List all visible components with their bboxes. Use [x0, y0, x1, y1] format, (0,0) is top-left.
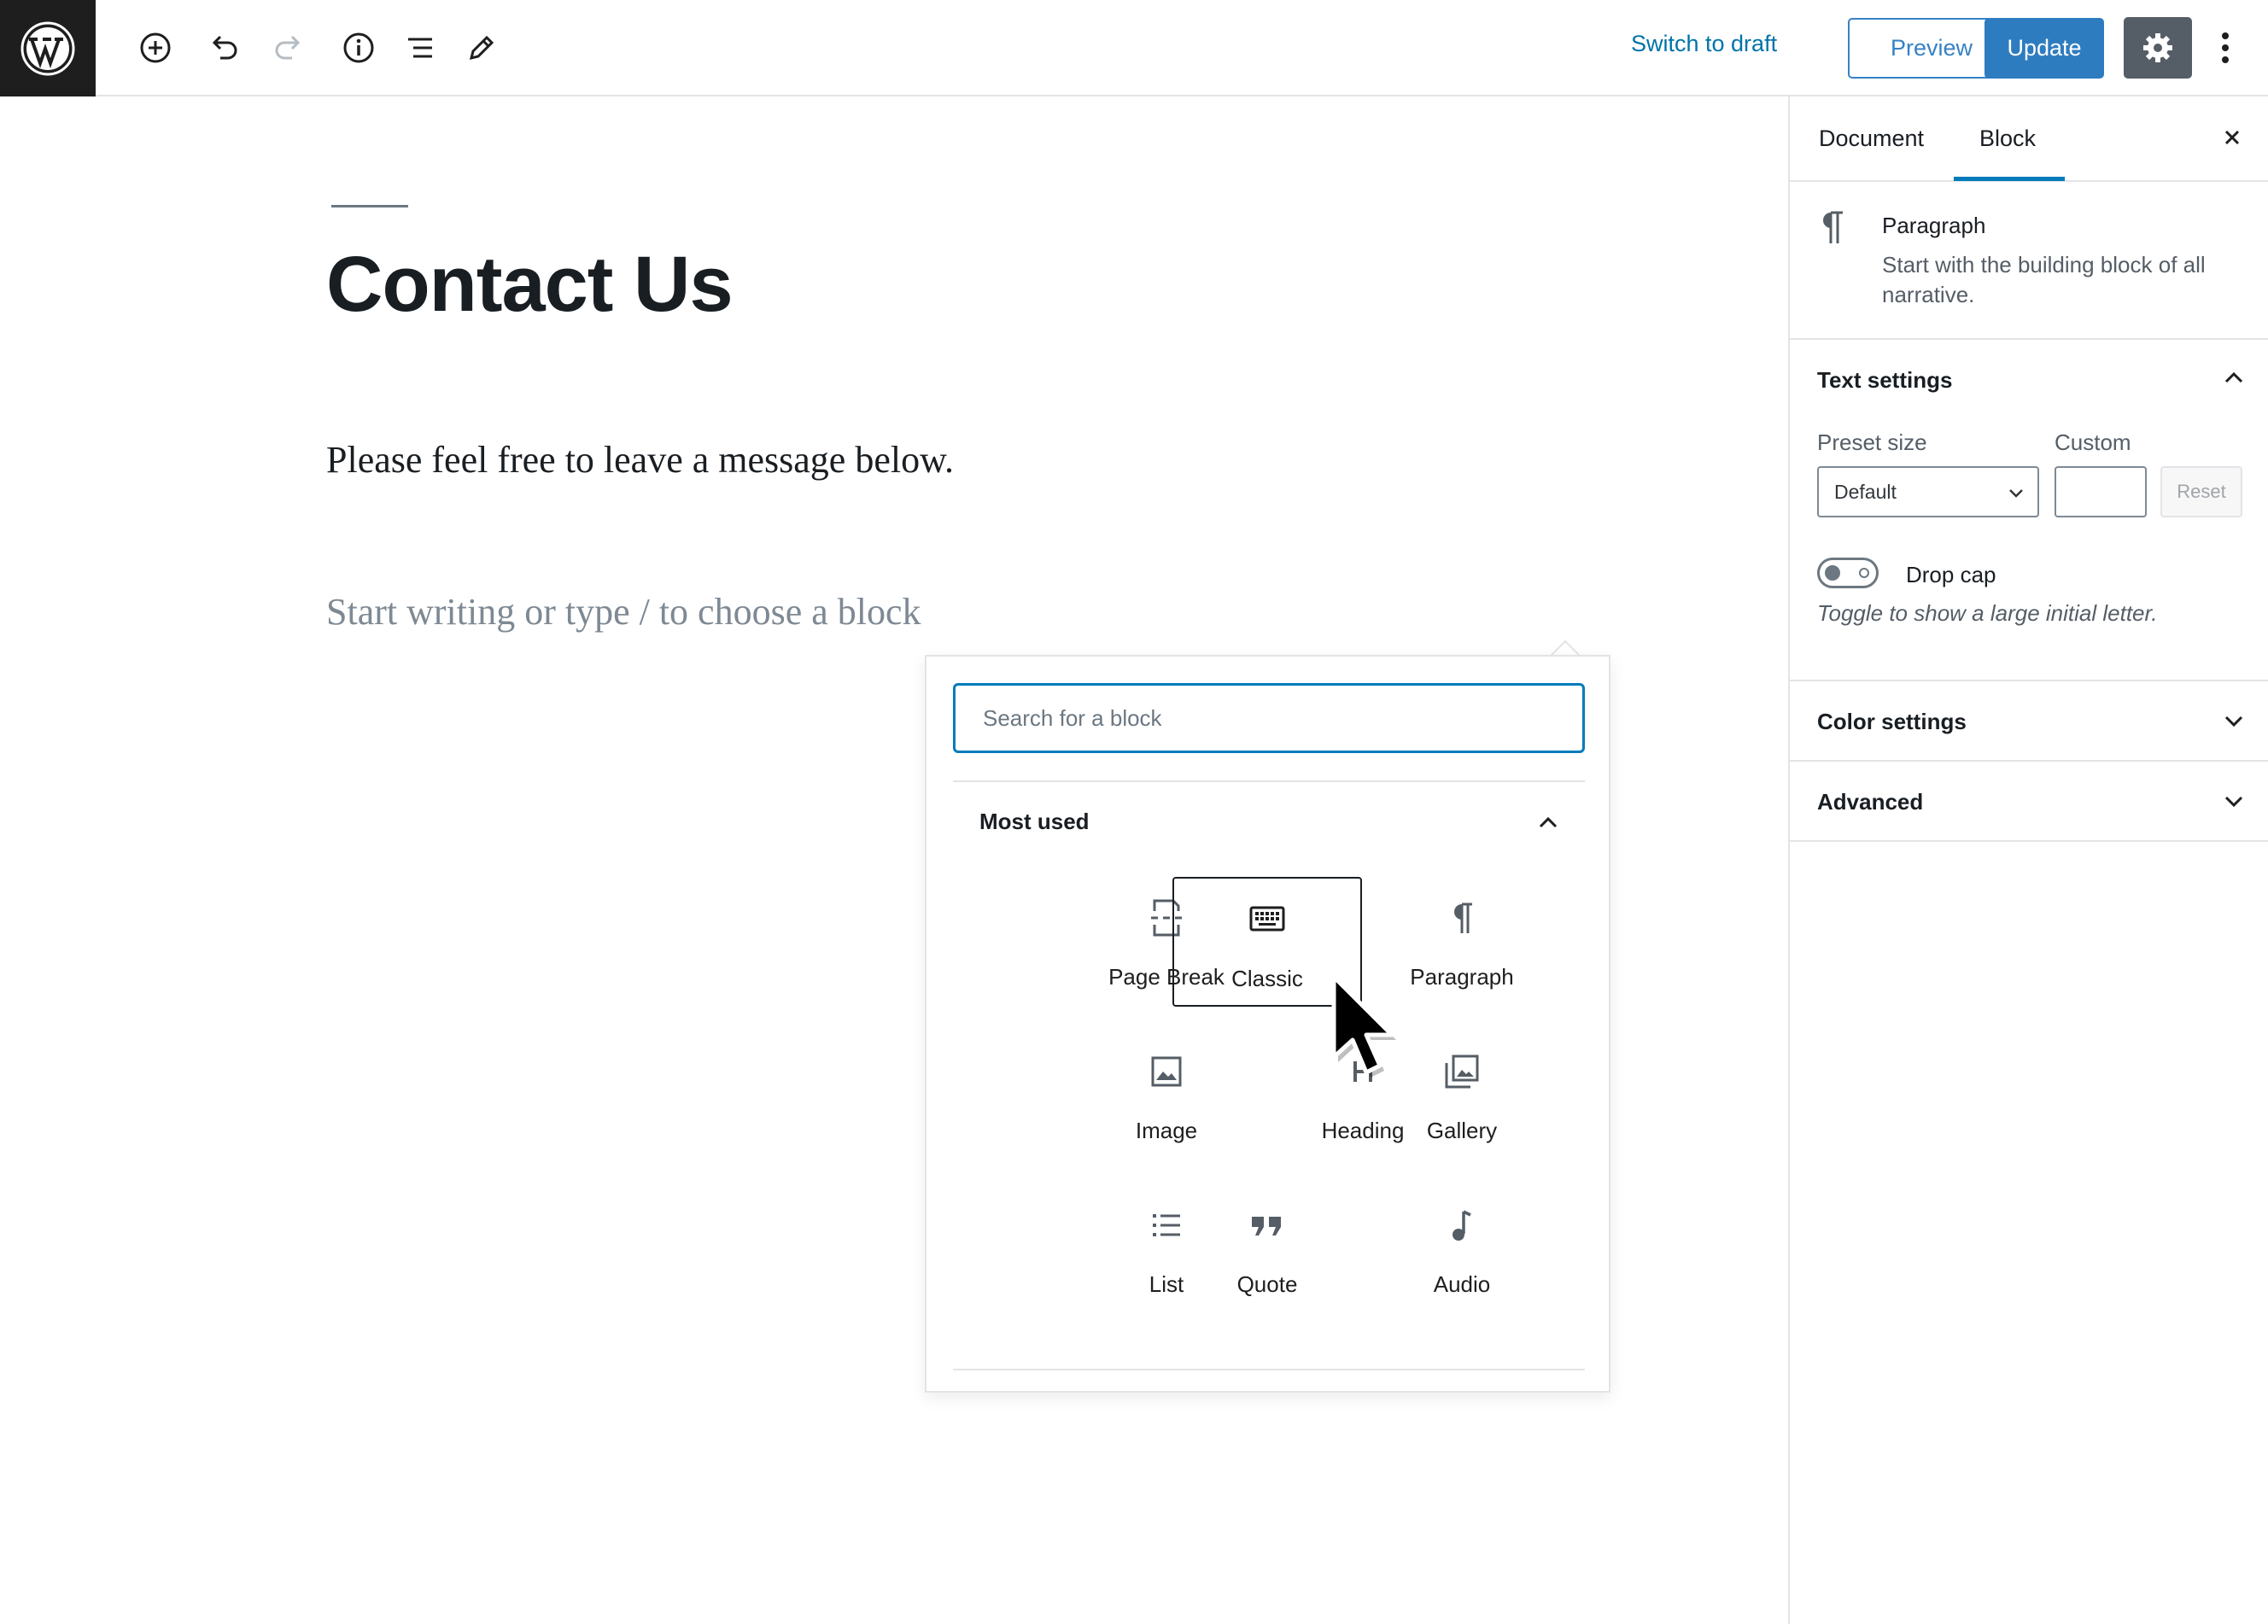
- audio-icon: [1367, 1205, 1557, 1246]
- block-inserter-popover: Most used Page Break Classic Paragraph I…: [925, 655, 1610, 1393]
- preset-size-select[interactable]: Default: [1817, 466, 2039, 517]
- wordpress-logo-icon[interactable]: [0, 0, 96, 96]
- chevron-down-icon[interactable]: [2218, 705, 2249, 736]
- preset-size-value: Default: [1834, 480, 1897, 503]
- add-block-icon[interactable]: [133, 26, 178, 70]
- block-item-quote[interactable]: Quote: [1172, 1184, 1362, 1314]
- image-icon: [1072, 1051, 1261, 1092]
- block-card: Paragraph Start with the building block …: [1790, 182, 2268, 340]
- settings-sidebar: Document Block Paragraph Start with the …: [1788, 96, 2268, 1624]
- chevron-up-icon[interactable]: [2218, 362, 2249, 393]
- switch-to-draft-button[interactable]: Switch to draft: [1631, 31, 1777, 57]
- block-label: Audio: [1433, 1271, 1491, 1297]
- redo-icon[interactable]: [266, 26, 311, 70]
- close-icon[interactable]: [2217, 122, 2248, 153]
- more-options-icon[interactable]: [2208, 24, 2242, 72]
- undo-icon[interactable]: [202, 26, 246, 70]
- title-separator: [331, 205, 408, 207]
- divider: [953, 780, 1585, 782]
- most-used-panel-title[interactable]: Most used: [979, 809, 1090, 835]
- editor-header: Switch to draft Preview Update: [0, 0, 2268, 96]
- outline-icon[interactable]: [398, 26, 442, 70]
- color-settings-title[interactable]: Color settings: [1817, 709, 1967, 735]
- update-button[interactable]: Update: [1984, 18, 2104, 79]
- advanced-panel[interactable]: Advanced: [1790, 762, 2268, 842]
- block-search-input[interactable]: [953, 683, 1585, 753]
- chevron-down-icon: [2009, 489, 2023, 498]
- drop-cap-help: Toggle to show a large initial letter.: [1817, 600, 2158, 626]
- custom-size-input[interactable]: [2055, 466, 2147, 517]
- drop-cap-label[interactable]: Drop cap: [1906, 562, 1996, 588]
- block-label: Quote: [1236, 1271, 1298, 1297]
- drop-cap-toggle[interactable]: [1817, 558, 1879, 588]
- tab-document[interactable]: Document: [1819, 126, 1924, 152]
- sidebar-tabs: Document Block: [1790, 96, 2268, 182]
- keyboard-icon: [1174, 899, 1360, 940]
- chevron-up-icon[interactable]: [1533, 807, 1564, 838]
- divider: [953, 1369, 1585, 1370]
- pilcrow-icon: [1815, 209, 1850, 247]
- block-label: Gallery: [1426, 1118, 1498, 1143]
- toggle-off-indicator: [1859, 568, 1869, 578]
- reset-button[interactable]: Reset: [2160, 466, 2242, 517]
- custom-size-label: Custom: [2055, 429, 2131, 455]
- block-item-image[interactable]: Image: [1072, 1031, 1261, 1160]
- advanced-title[interactable]: Advanced: [1817, 789, 1923, 815]
- post-title[interactable]: Contact Us: [326, 240, 734, 330]
- color-settings-panel[interactable]: Color settings: [1790, 681, 2268, 762]
- mouse-cursor-icon: [1331, 974, 1396, 1078]
- preset-size-label: Preset size: [1817, 429, 1927, 455]
- tab-block[interactable]: Block: [1979, 126, 2036, 152]
- pilcrow-icon: [1367, 897, 1557, 938]
- block-label: Image: [1135, 1118, 1198, 1143]
- block-item-audio[interactable]: Audio: [1367, 1184, 1557, 1314]
- edit-pencil-icon[interactable]: [459, 26, 504, 70]
- toggle-knob: [1825, 565, 1840, 581]
- empty-block-placeholder[interactable]: Start writing or type / to choose a bloc…: [326, 590, 921, 634]
- paragraph-block[interactable]: Please feel free to leave a message belo…: [326, 438, 954, 482]
- chevron-down-icon[interactable]: [2218, 786, 2249, 816]
- text-settings-title[interactable]: Text settings: [1817, 367, 1952, 394]
- block-card-title: Paragraph: [1882, 213, 1986, 238]
- info-icon[interactable]: [336, 26, 381, 70]
- quote-icon: [1172, 1205, 1362, 1246]
- settings-gear-icon[interactable]: [2124, 17, 2192, 79]
- active-tab-indicator: [1954, 177, 2065, 181]
- block-card-description: Start with the building block of all nar…: [1882, 252, 2206, 307]
